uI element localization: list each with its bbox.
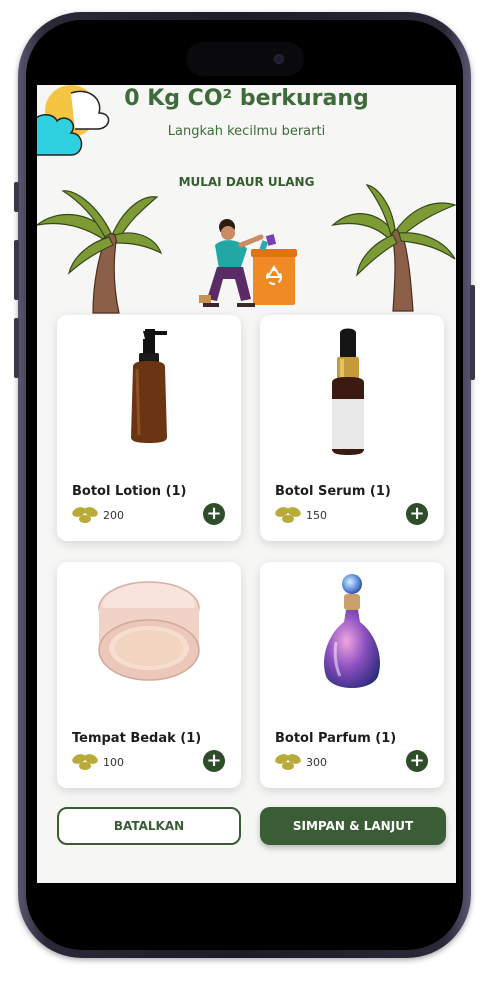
co2-reduced-title: 0 Kg CO² berkurang — [124, 86, 369, 111]
product-name: Botol Lotion (1) — [72, 484, 187, 499]
side-button-power — [470, 285, 475, 380]
palm-tree-left-icon — [37, 190, 163, 314]
product-card-serum: Botol Serum (1) 150 + — [260, 315, 444, 541]
perfume-bottle-icon — [324, 574, 380, 688]
product-points: 100 — [103, 756, 124, 769]
cancel-button[interactable]: BATALKAN — [57, 807, 241, 845]
product-card-lotion: Botol Lotion (1) 200 + — [57, 315, 241, 541]
product-points: 200 — [103, 509, 124, 522]
side-button-volume-up — [14, 240, 19, 300]
front-camera-icon — [274, 54, 284, 64]
leaf-points-icon — [275, 754, 301, 770]
product-name: Botol Serum (1) — [275, 484, 391, 499]
product-card-powder: Tempat Bedak (1) 100 + — [57, 562, 241, 788]
leaf-points-icon — [72, 754, 98, 770]
lotion-bottle-icon — [131, 329, 167, 443]
product-name: Botol Parfum (1) — [275, 731, 397, 746]
leaf-points-icon — [275, 507, 301, 523]
side-button-volume-down — [14, 318, 19, 378]
add-lotion-button[interactable]: + — [203, 503, 225, 525]
product-points: 150 — [306, 509, 327, 522]
add-perfume-button[interactable]: + — [406, 750, 428, 772]
add-powder-button[interactable]: + — [203, 750, 225, 772]
product-points: 300 — [306, 756, 327, 769]
dynamic-island — [186, 42, 304, 76]
save-continue-button[interactable]: SIMPAN & LANJUT — [260, 807, 446, 845]
powder-compact-icon — [98, 581, 200, 681]
palm-tree-right-icon — [331, 184, 456, 312]
subtitle: Langkah kecilmu berarti — [167, 124, 326, 139]
app-screen: 0 Kg CO² berkurang Langkah kecilmu berar… — [37, 85, 456, 883]
leaf-points-icon — [72, 507, 98, 523]
serum-bottle-icon — [332, 328, 364, 455]
add-serum-button[interactable]: + — [406, 503, 428, 525]
person-recycling-illustration — [199, 219, 297, 307]
product-name: Tempat Bedak (1) — [72, 731, 202, 746]
side-button-silent — [14, 182, 19, 212]
product-card-perfume: Botol Parfum (1) 300 + — [260, 562, 444, 788]
